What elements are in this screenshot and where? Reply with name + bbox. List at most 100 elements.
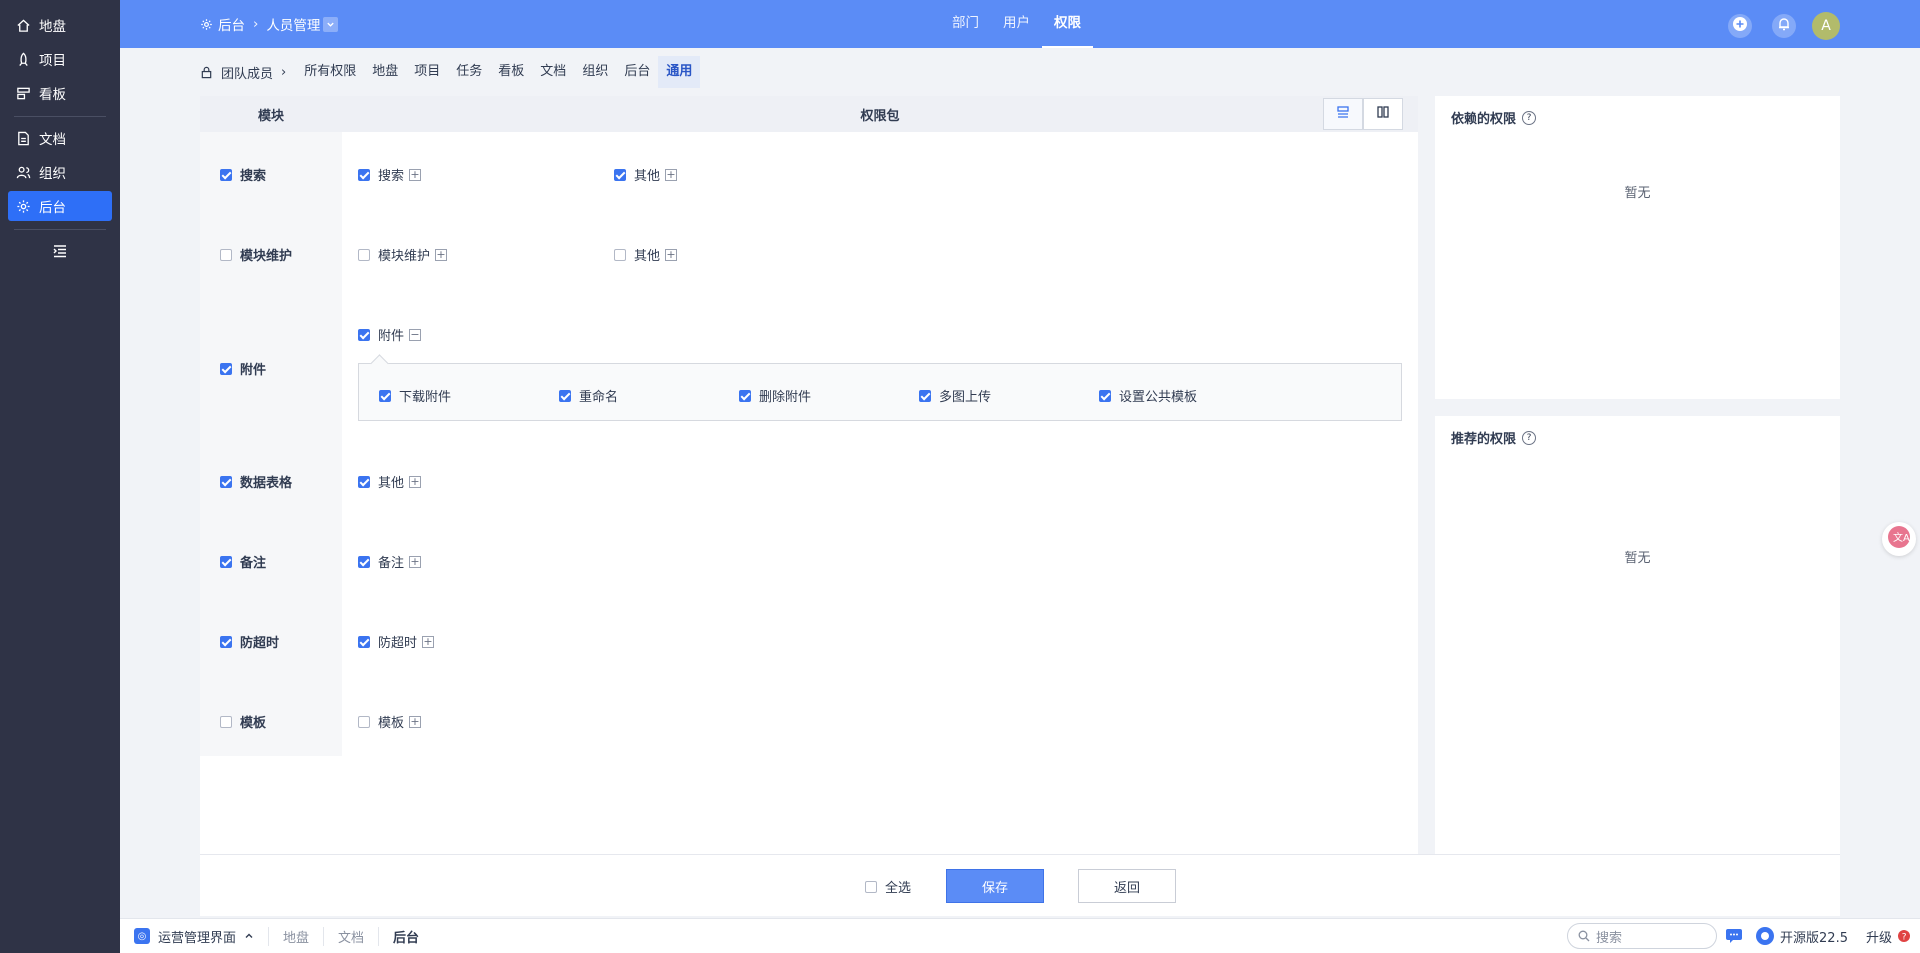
app-switcher[interactable]: ◎ 运营管理界面 [134, 926, 270, 946]
subperm-rename[interactable]: 重命名 [559, 386, 618, 405]
chevron-right-icon: › [253, 16, 259, 32]
avatar[interactable]: A [1812, 12, 1840, 40]
module-timeout[interactable]: 防超时 [220, 632, 279, 651]
list-view-button[interactable] [1323, 98, 1363, 130]
subperm-public-template[interactable]: 设置公共模板 [1099, 386, 1197, 405]
collapse-sidebar-button[interactable] [0, 244, 120, 262]
module-maintenance[interactable]: 模块维护 [220, 245, 292, 264]
expand-icon[interactable]: + [422, 635, 435, 648]
module-label: 数据表格 [240, 476, 293, 491]
column-view-button[interactable] [1363, 98, 1403, 130]
perm-checkbox[interactable] [614, 168, 626, 181]
status-tab-admin[interactable]: 后台 [379, 927, 433, 946]
module-checkbox[interactable] [220, 248, 232, 261]
perm-checkbox[interactable] [358, 248, 370, 261]
perm-maintenance[interactable]: 模块维护 + [358, 245, 448, 264]
collapse-icon[interactable]: − [409, 328, 422, 341]
search-input[interactable]: 搜索 [1567, 923, 1718, 949]
status-tab-dashboard[interactable]: 地盘 [269, 926, 325, 946]
select-all[interactable]: 全选 [865, 877, 911, 896]
chevron-down-icon[interactable] [323, 16, 339, 32]
perm-timeout[interactable]: 防超时 + [358, 632, 435, 651]
perm-checkbox[interactable] [358, 715, 370, 728]
expand-icon[interactable]: + [409, 168, 422, 181]
status-tab-doc[interactable]: 文档 [324, 926, 380, 946]
breadcrumb: 后台 › 人员管理 [200, 14, 339, 34]
breadcrumb-current[interactable]: 人员管理 [266, 14, 320, 34]
subtab-org[interactable]: 组织 [574, 56, 616, 88]
module-checkbox[interactable] [220, 715, 232, 728]
sidebar-item-org[interactable]: 组织 [8, 157, 112, 187]
perm-attachment[interactable]: 附件 − [358, 325, 422, 344]
module-checkbox[interactable] [220, 555, 232, 568]
module-checkbox[interactable] [220, 635, 232, 648]
upgrade-link[interactable]: 升级 [1866, 927, 1892, 946]
module-attachment[interactable]: 附件 [220, 359, 266, 378]
perm-other[interactable]: 其他 + [358, 472, 422, 491]
subperm-download[interactable]: 下载附件 [379, 386, 451, 405]
expand-icon[interactable]: + [665, 248, 678, 261]
tab-permission[interactable]: 权限 [1042, 0, 1093, 48]
subtab-task[interactable]: 任务 [448, 56, 490, 88]
module-datatable[interactable]: 数据表格 [220, 472, 292, 491]
help-icon[interactable]: ? [1522, 110, 1537, 125]
module-checkbox[interactable] [220, 475, 232, 488]
add-button[interactable] [1728, 14, 1752, 38]
sidebar-item-kanban[interactable]: 看板 [8, 78, 112, 108]
perm-checkbox[interactable] [919, 389, 931, 402]
module-search[interactable]: 搜索 [220, 165, 266, 184]
notification-button[interactable] [1772, 14, 1796, 38]
sidebar-item-doc[interactable]: 文档 [8, 123, 112, 153]
perm-checkbox[interactable] [739, 389, 751, 402]
expand-icon[interactable]: + [409, 555, 422, 568]
status-bar: ◎ 运营管理界面 地盘 文档 后台 搜索 开源版22.5 升级 ? [120, 918, 1920, 953]
translate-button[interactable]: 文A [1882, 522, 1916, 556]
team-members-link[interactable]: 团队成员 › [200, 63, 286, 82]
perm-checkbox[interactable] [559, 389, 571, 402]
module-template[interactable]: 模板 [220, 712, 266, 731]
expand-icon[interactable]: + [409, 715, 422, 728]
perm-checkbox[interactable] [379, 389, 391, 402]
save-button[interactable]: 保存 [946, 869, 1044, 903]
perm-note[interactable]: 备注 + [358, 552, 422, 571]
subtab-admin[interactable]: 后台 [616, 56, 658, 88]
subtab-dashboard[interactable]: 地盘 [364, 56, 406, 88]
subperm-delete[interactable]: 删除附件 [739, 386, 811, 405]
perm-checkbox[interactable] [358, 635, 370, 648]
perm-checkbox[interactable] [358, 475, 370, 488]
subtab-all[interactable]: 所有权限 [296, 56, 364, 88]
perm-template[interactable]: 模板 + [358, 712, 422, 731]
perm-checkbox[interactable] [358, 328, 370, 341]
kanban-icon [15, 85, 31, 101]
tab-user[interactable]: 用户 [991, 0, 1042, 48]
subtab-doc[interactable]: 文档 [532, 56, 574, 88]
expand-icon[interactable]: + [409, 475, 422, 488]
perm-checkbox[interactable] [1099, 389, 1111, 402]
sidebar-item-dashboard[interactable]: 地盘 [8, 10, 112, 40]
perm-checkbox[interactable] [358, 168, 370, 181]
perm-checkbox[interactable] [614, 248, 626, 261]
perm-checkbox[interactable] [358, 555, 370, 568]
module-checkbox[interactable] [220, 168, 232, 181]
subperm-multi-upload[interactable]: 多图上传 [919, 386, 991, 405]
chat-icon[interactable] [1725, 928, 1743, 944]
perm-search[interactable]: 搜索 + [358, 165, 422, 184]
select-all-checkbox[interactable] [865, 880, 877, 893]
breadcrumb-root[interactable]: 后台 [218, 14, 245, 34]
module-note[interactable]: 备注 [220, 552, 266, 571]
sidebar-item-project[interactable]: 项目 [8, 44, 112, 74]
help-icon[interactable]: ? [1522, 430, 1537, 445]
subtab-kanban[interactable]: 看板 [490, 56, 532, 88]
perm-other[interactable]: 其他 + [614, 245, 678, 264]
sidebar-item-admin[interactable]: 后台 [8, 191, 112, 221]
perm-other[interactable]: 其他 + [614, 165, 678, 184]
subtab-general[interactable]: 通用 [658, 56, 701, 88]
expand-icon[interactable]: + [435, 248, 448, 261]
expand-icon[interactable]: + [665, 168, 678, 181]
module-checkbox[interactable] [220, 362, 232, 375]
tab-department[interactable]: 部门 [940, 0, 991, 48]
back-button[interactable]: 返回 [1078, 869, 1176, 903]
subtab-project[interactable]: 项目 [406, 56, 448, 88]
depends-panel: 依赖的权限? 暂无 [1435, 96, 1840, 399]
perm-label: 备注 [378, 556, 405, 571]
